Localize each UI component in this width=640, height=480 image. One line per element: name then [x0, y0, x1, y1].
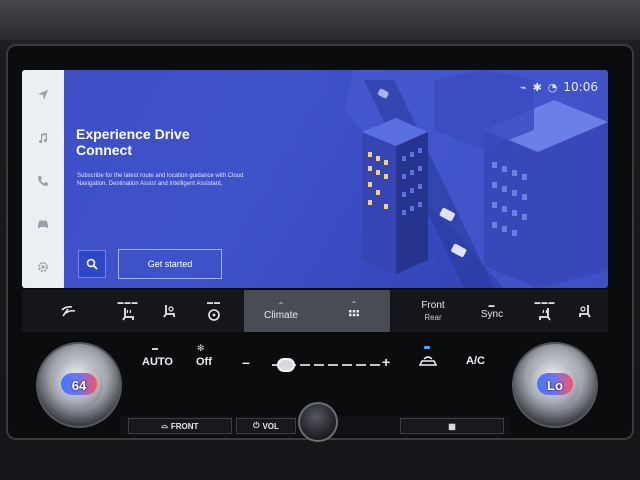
promo-title: Experience Drive Connect	[76, 126, 226, 158]
driver-temp-value: 64	[71, 377, 87, 393]
front-rear-toggle[interactable]: Front Rear	[408, 290, 458, 332]
clock: 10:06	[563, 80, 598, 94]
tab-climate-label: Climate	[264, 309, 298, 321]
chevron-up-icon: ⌃	[350, 300, 358, 309]
airflow-mode-button[interactable]	[52, 290, 86, 332]
seat-vent-icon	[579, 305, 591, 318]
steering-wheel-heat-icon	[208, 309, 220, 321]
driver-temp-knob[interactable]: 64	[36, 342, 122, 428]
vol-label: VOL	[262, 421, 279, 431]
tab-apps[interactable]: ⌃	[318, 290, 390, 332]
driver-seat-vent-button[interactable]	[152, 290, 186, 332]
navigation-arrow-icon[interactable]	[31, 84, 55, 106]
chevron-up-icon: ⌃	[277, 300, 285, 310]
fan-increase-button[interactable]: +	[382, 354, 390, 370]
recirculation-button[interactable]	[418, 354, 438, 373]
driver-temp-display: 64	[55, 361, 103, 409]
car-dashboard: ⌁ ✱ ◔ 10:06 Experience Drive Connect Sub…	[0, 0, 640, 480]
wifi-icon: ◔	[547, 80, 558, 94]
driver-seat-heat-button[interactable]: ▬▬▬	[108, 290, 148, 332]
front-label: Front	[421, 300, 445, 311]
seat-heat-icon	[539, 308, 551, 321]
rear-defrost-icon: ▦	[448, 421, 456, 431]
front-defrost-label: FRONT	[170, 421, 199, 431]
passenger-temp-value: Lo	[547, 377, 563, 393]
fan-icon: ✻	[197, 344, 205, 354]
passenger-seat-vent-button[interactable]	[568, 290, 602, 332]
sync-label: Sync	[480, 308, 504, 320]
passenger-temp-knob[interactable]: Lo	[512, 342, 598, 428]
search-button[interactable]	[78, 250, 106, 278]
passenger-temp-display: Lo	[531, 361, 579, 409]
search-icon	[86, 258, 98, 270]
volume-knob[interactable]	[298, 402, 338, 442]
promo-title-line1: Experience Drive	[76, 126, 190, 142]
front-defrost-icon: ⌓	[161, 421, 168, 430]
airflow-icon	[61, 306, 76, 317]
car-icon[interactable]	[31, 213, 55, 235]
tab-climate[interactable]: ⌃ Climate	[244, 290, 318, 332]
power-icon: ⏻	[253, 421, 260, 430]
dashboard-bottom-trim	[0, 440, 640, 480]
auto-button[interactable]: AUTO	[142, 356, 173, 368]
rear-defrost-button[interactable]: ▦	[400, 418, 504, 434]
steering-heat-button[interactable]: ▬▬	[194, 290, 234, 332]
signal-icon: ⌁	[519, 80, 527, 94]
promo-description: Subscribe for the latest route and locat…	[77, 173, 244, 187]
fan-speed-thumb[interactable]	[276, 358, 295, 372]
bluetooth-icon: ✱	[532, 80, 542, 94]
recirculation-indicator	[424, 346, 430, 349]
passenger-seat-heat-button[interactable]: ▬▬▬	[528, 290, 562, 332]
ac-button[interactable]: A/C	[466, 355, 485, 367]
promo-panel: ⌁ ✱ ◔ 10:06 Experience Drive Connect Sub…	[64, 70, 608, 288]
seat-heat-icon	[122, 308, 134, 321]
side-nav	[22, 70, 64, 288]
rear-label: Rear	[424, 313, 442, 322]
fan-speed-slider[interactable]	[272, 358, 382, 372]
auto-indicator	[152, 348, 158, 350]
seat-vent-icon	[163, 305, 175, 318]
off-button[interactable]: Off	[196, 356, 212, 368]
fan-decrease-button[interactable]: –	[242, 354, 250, 370]
dashboard-top-trim	[0, 0, 640, 40]
climate-bar: ▬▬▬ ▬▬ ⌃ Climate ⌃ Front Rear ▬ Sync ▬▬▬	[22, 290, 608, 332]
sync-button[interactable]: ▬ Sync	[472, 290, 512, 332]
status-bar: ⌁ ✱ ◔ 10:06	[520, 80, 598, 94]
music-note-icon[interactable]	[31, 127, 55, 149]
city-illustration	[344, 70, 608, 288]
phone-icon[interactable]	[31, 170, 55, 192]
infotainment-screen: ⌁ ✱ ◔ 10:06 Experience Drive Connect Sub…	[22, 70, 608, 288]
grid-icon	[349, 310, 359, 317]
promo-title-line2: Connect	[76, 142, 132, 158]
front-defrost-button[interactable]: ⌓ FRONT	[128, 418, 232, 434]
recirculation-car-icon	[418, 356, 438, 366]
get-started-button[interactable]: Get started	[118, 249, 222, 279]
gear-icon[interactable]	[31, 256, 55, 278]
power-volume-button[interactable]: ⏻ VOL	[236, 418, 296, 434]
